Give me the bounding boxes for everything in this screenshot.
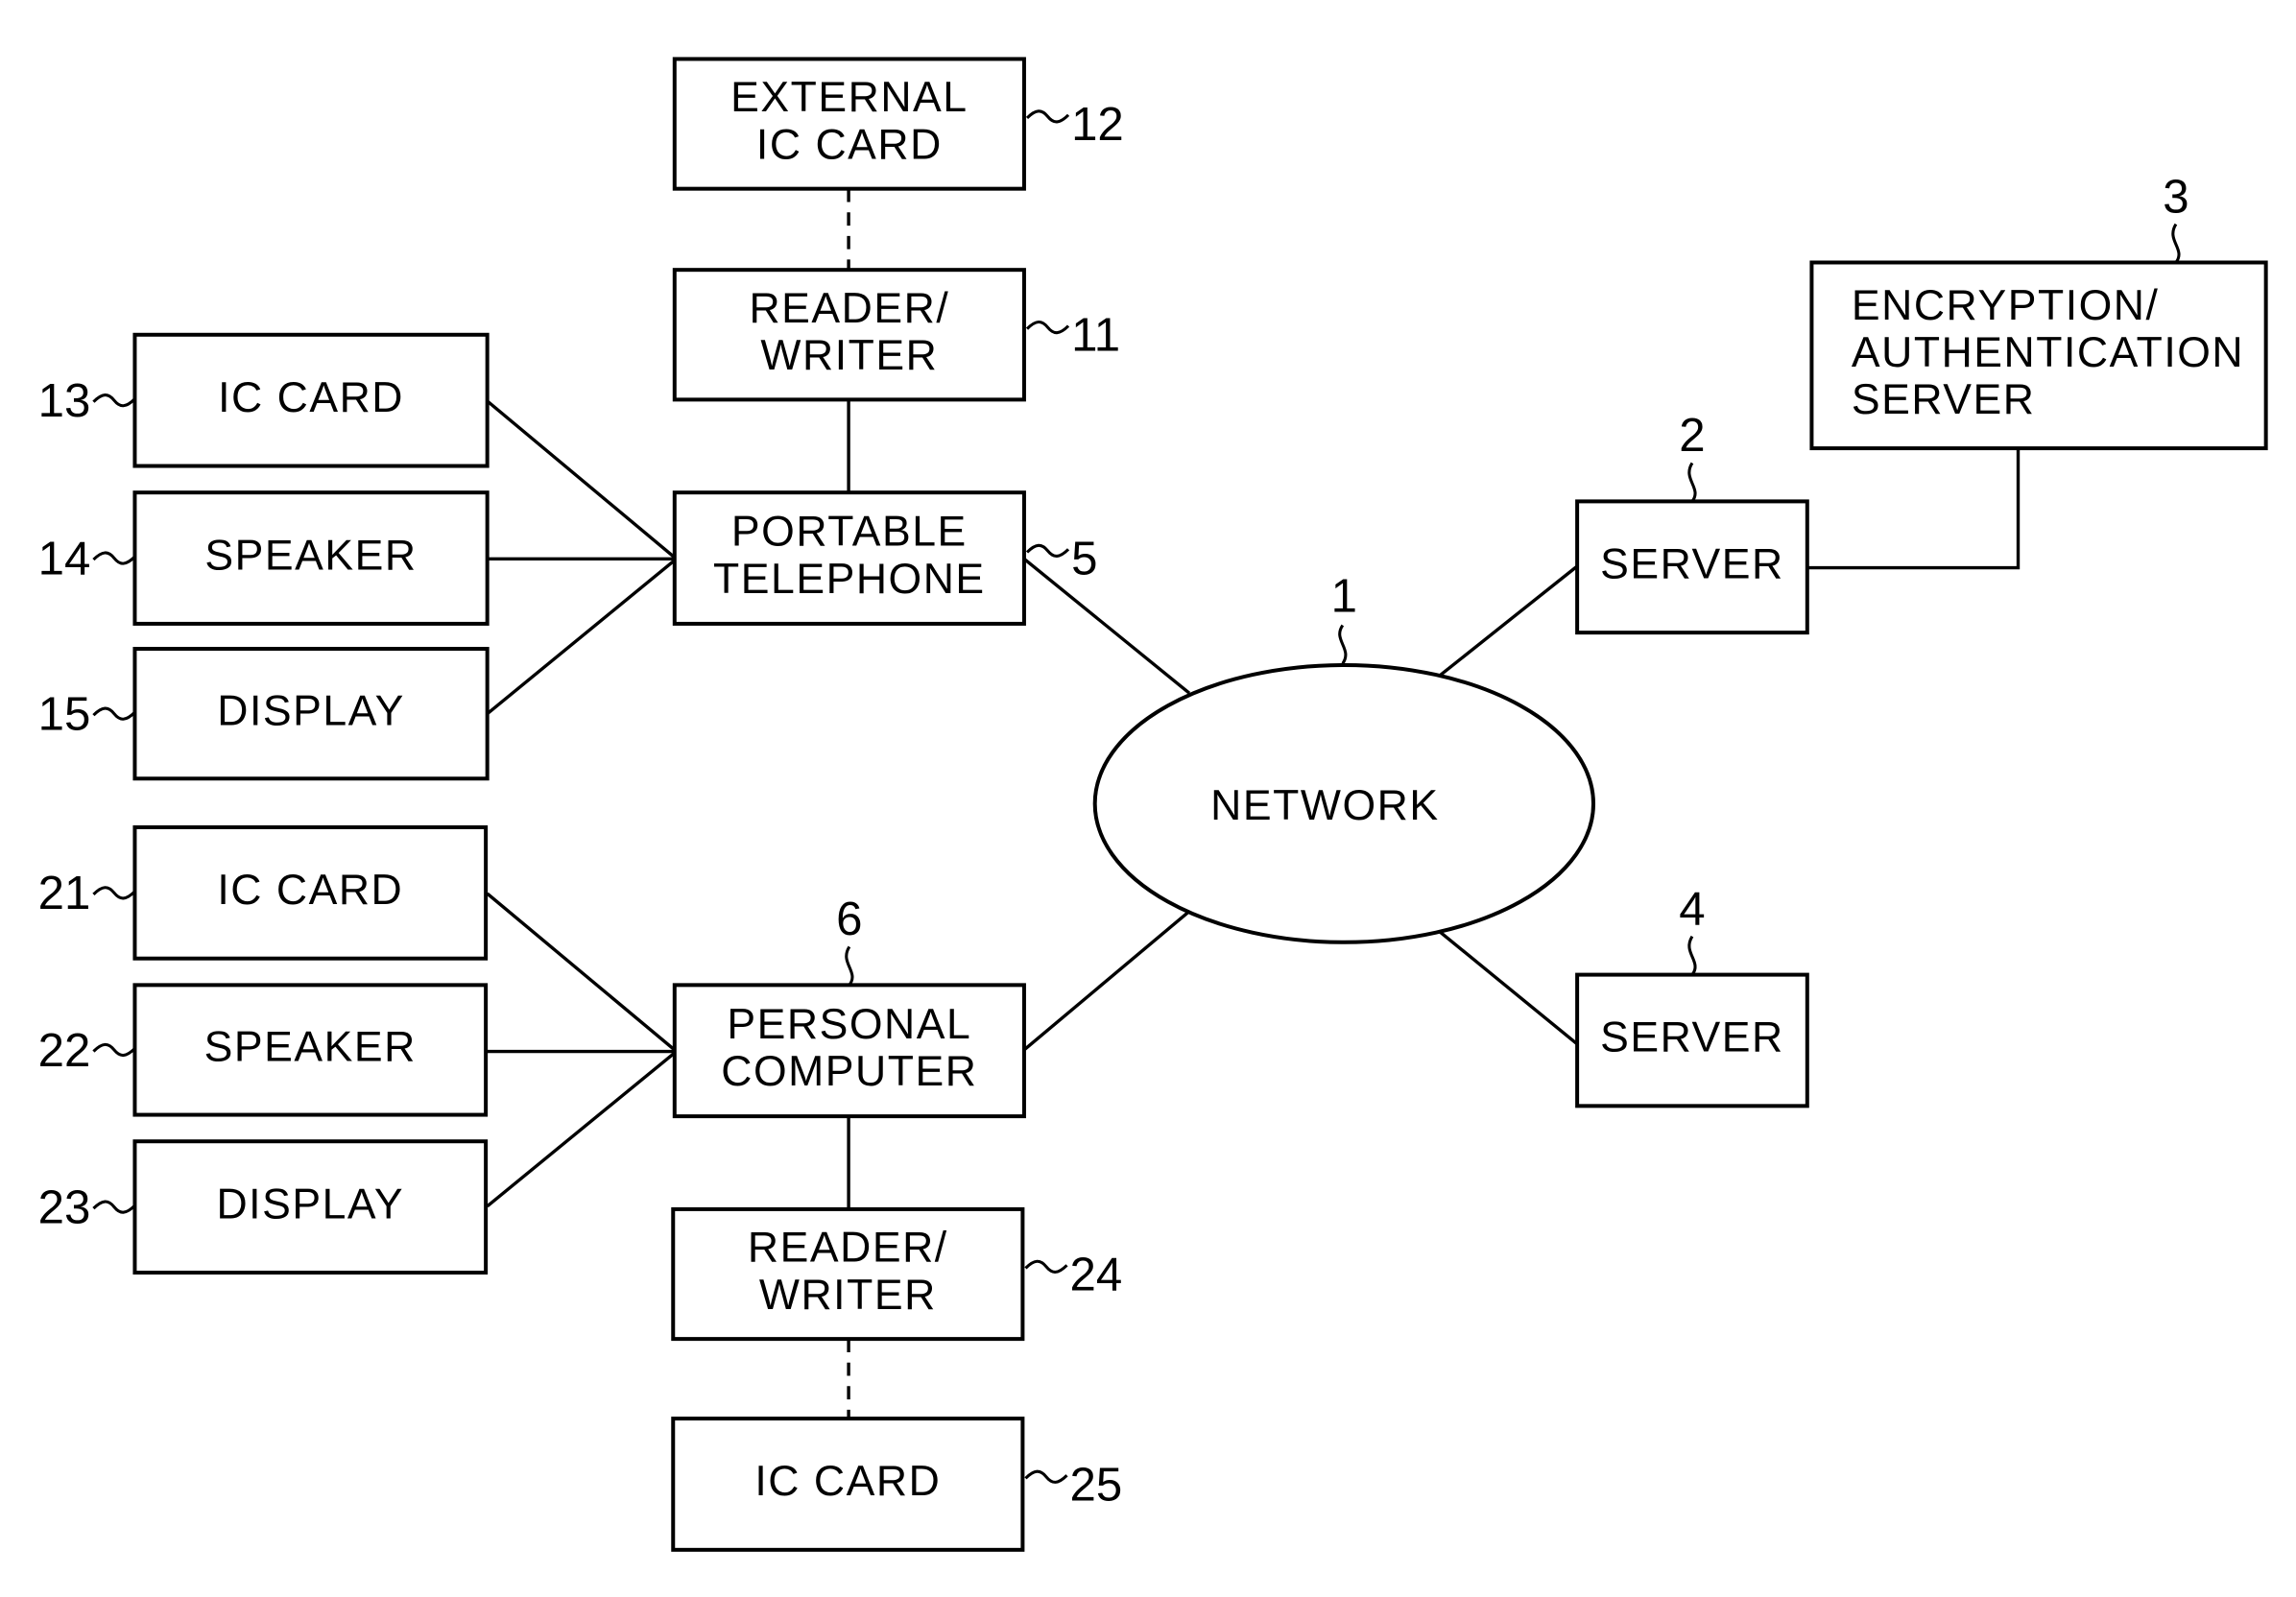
display-23-ref-number: 23 bbox=[38, 1181, 91, 1234]
reader-writer-11-ref-leader bbox=[1025, 320, 1070, 335]
node-encryption-authentication-server[interactable]: ENCRYPTION/AUTHENTICATIONSERVER 3 bbox=[1809, 170, 2268, 451]
external-ic-card-label-line: EXTERNAL bbox=[730, 74, 968, 121]
connector-pc-network bbox=[1022, 910, 1191, 1052]
node-ic-card-13[interactable]: IC CARD 13 bbox=[38, 332, 490, 468]
reader-writer-11-label-line: READER/ bbox=[749, 285, 949, 332]
portable-telephone-ref-number: 5 bbox=[1071, 532, 1097, 584]
connector-ic-card-21-pc bbox=[486, 892, 676, 1052]
ic-card-13-ref-leader bbox=[92, 393, 136, 408]
speaker-14-ref-number: 14 bbox=[38, 532, 91, 584]
server-4-ref-leader bbox=[1687, 935, 1697, 976]
display-15-ref-number: 15 bbox=[38, 688, 91, 741]
external-ic-card-ref-number: 12 bbox=[1071, 98, 1124, 151]
connector-display-15-telephone bbox=[486, 559, 676, 715]
server-2-ref-leader bbox=[1687, 462, 1697, 503]
node-personal-computer[interactable]: PERSONALCOMPUTER 6 bbox=[672, 893, 1026, 1119]
display-23-label-line: DISPLAY bbox=[216, 1180, 404, 1228]
ic-card-25-label-line: IC CARD bbox=[754, 1458, 941, 1505]
server-4-label-line: SERVER bbox=[1600, 1014, 1784, 1061]
personal-computer-label-line: PERSONAL bbox=[727, 1001, 971, 1048]
portable-telephone-label-line: PORTABLE bbox=[731, 509, 968, 556]
node-external-ic-card[interactable]: EXTERNALIC CARD 12 bbox=[672, 57, 1124, 191]
speaker-14-label-line: SPEAKER bbox=[204, 532, 417, 579]
ic-card-25-ref-leader bbox=[1024, 1469, 1068, 1484]
reader-writer-24-ref-leader bbox=[1024, 1259, 1068, 1274]
reader-writer-24-label-line: READER/ bbox=[748, 1225, 948, 1272]
ic-card-13-ref-number: 13 bbox=[38, 374, 91, 427]
external-ic-card-ref-leader bbox=[1025, 109, 1070, 124]
speaker-22-ref-number: 22 bbox=[38, 1024, 91, 1077]
speaker-22-ref-leader bbox=[92, 1042, 136, 1058]
ic-card-21-label-line: IC CARD bbox=[217, 867, 403, 914]
display-15-ref-leader bbox=[92, 706, 136, 721]
portable-telephone-label-line: TELEPHONE bbox=[713, 556, 986, 603]
display-23-ref-leader bbox=[92, 1200, 136, 1214]
connector-ic-card-13-telephone bbox=[486, 399, 676, 560]
server-2-label-line: SERVER bbox=[1600, 541, 1784, 588]
node-reader-writer-24[interactable]: READER/WRITER 24 bbox=[671, 1206, 1123, 1342]
network-label: NETWORK bbox=[1210, 782, 1439, 829]
ic-card-21-ref-leader bbox=[92, 886, 136, 900]
personal-computer-label-line: COMPUTER bbox=[721, 1048, 977, 1095]
server-4-ref-number: 4 bbox=[1679, 882, 1705, 935]
connector-network-server-4 bbox=[1439, 930, 1579, 1046]
encryption-authentication-server-label-line: AUTHENTICATION bbox=[1852, 329, 2244, 376]
node-speaker-22[interactable]: SPEAKER 22 bbox=[38, 983, 489, 1117]
speaker-14-ref-leader bbox=[92, 551, 136, 565]
speaker-22-label-line: SPEAKER bbox=[204, 1024, 417, 1071]
connector-display-23-pc bbox=[486, 1051, 676, 1208]
node-ic-card-21[interactable]: IC CARD 21 bbox=[38, 824, 489, 961]
personal-computer-ref-number: 6 bbox=[836, 893, 862, 945]
server-2-ref-number: 2 bbox=[1679, 409, 1705, 462]
encryption-authentication-server-ref-number: 3 bbox=[2163, 170, 2188, 223]
portable-telephone-ref-leader bbox=[1025, 543, 1070, 558]
network-ref: 1 bbox=[1331, 570, 1357, 623]
encryption-authentication-server-label-line: ENCRYPTION/ bbox=[1852, 282, 2160, 329]
network-ref-leader bbox=[1338, 624, 1348, 665]
reader-writer-24-label-line: WRITER bbox=[759, 1272, 937, 1319]
network-node[interactable]: NETWORK 1 bbox=[1092, 570, 1596, 944]
encryption-authentication-server-ref-leader bbox=[2171, 223, 2181, 264]
connector-server-2-encryption-server bbox=[1806, 449, 2021, 570]
encryption-authentication-server-label-line: SERVER bbox=[1852, 376, 2036, 423]
ic-card-21-ref-number: 21 bbox=[38, 867, 91, 919]
connector-telephone-network bbox=[1022, 558, 1191, 695]
node-display-15[interactable]: DISPLAY 15 bbox=[38, 647, 490, 781]
system-diagram: NETWORK 1 EXTERNALIC CARD 12READER/WRITER… bbox=[38, 57, 2268, 1552]
personal-computer-ref-leader bbox=[845, 945, 854, 987]
node-reader-writer-11[interactable]: READER/WRITER 11 bbox=[672, 268, 1120, 402]
node-ic-card-25[interactable]: IC CARD 25 bbox=[671, 1417, 1123, 1552]
reader-writer-24-ref-number: 24 bbox=[1070, 1248, 1123, 1300]
connector-network-server-2 bbox=[1439, 564, 1579, 678]
node-display-23[interactable]: DISPLAY 23 bbox=[38, 1139, 489, 1275]
ic-card-25-ref-number: 25 bbox=[1070, 1458, 1123, 1511]
node-server-4[interactable]: SERVER 4 bbox=[1575, 882, 1809, 1108]
external-ic-card-label-line: IC CARD bbox=[756, 121, 943, 168]
reader-writer-11-label-line: WRITER bbox=[760, 332, 938, 379]
node-server-2[interactable]: SERVER 2 bbox=[1575, 409, 1809, 635]
node-portable-telephone[interactable]: PORTABLETELEPHONE 5 bbox=[672, 490, 1098, 626]
node-speaker-14[interactable]: SPEAKER 14 bbox=[38, 490, 490, 626]
display-15-label-line: DISPLAY bbox=[217, 687, 405, 734]
ic-card-13-label-line: IC CARD bbox=[218, 374, 404, 421]
reader-writer-11-ref-number: 11 bbox=[1071, 309, 1120, 362]
